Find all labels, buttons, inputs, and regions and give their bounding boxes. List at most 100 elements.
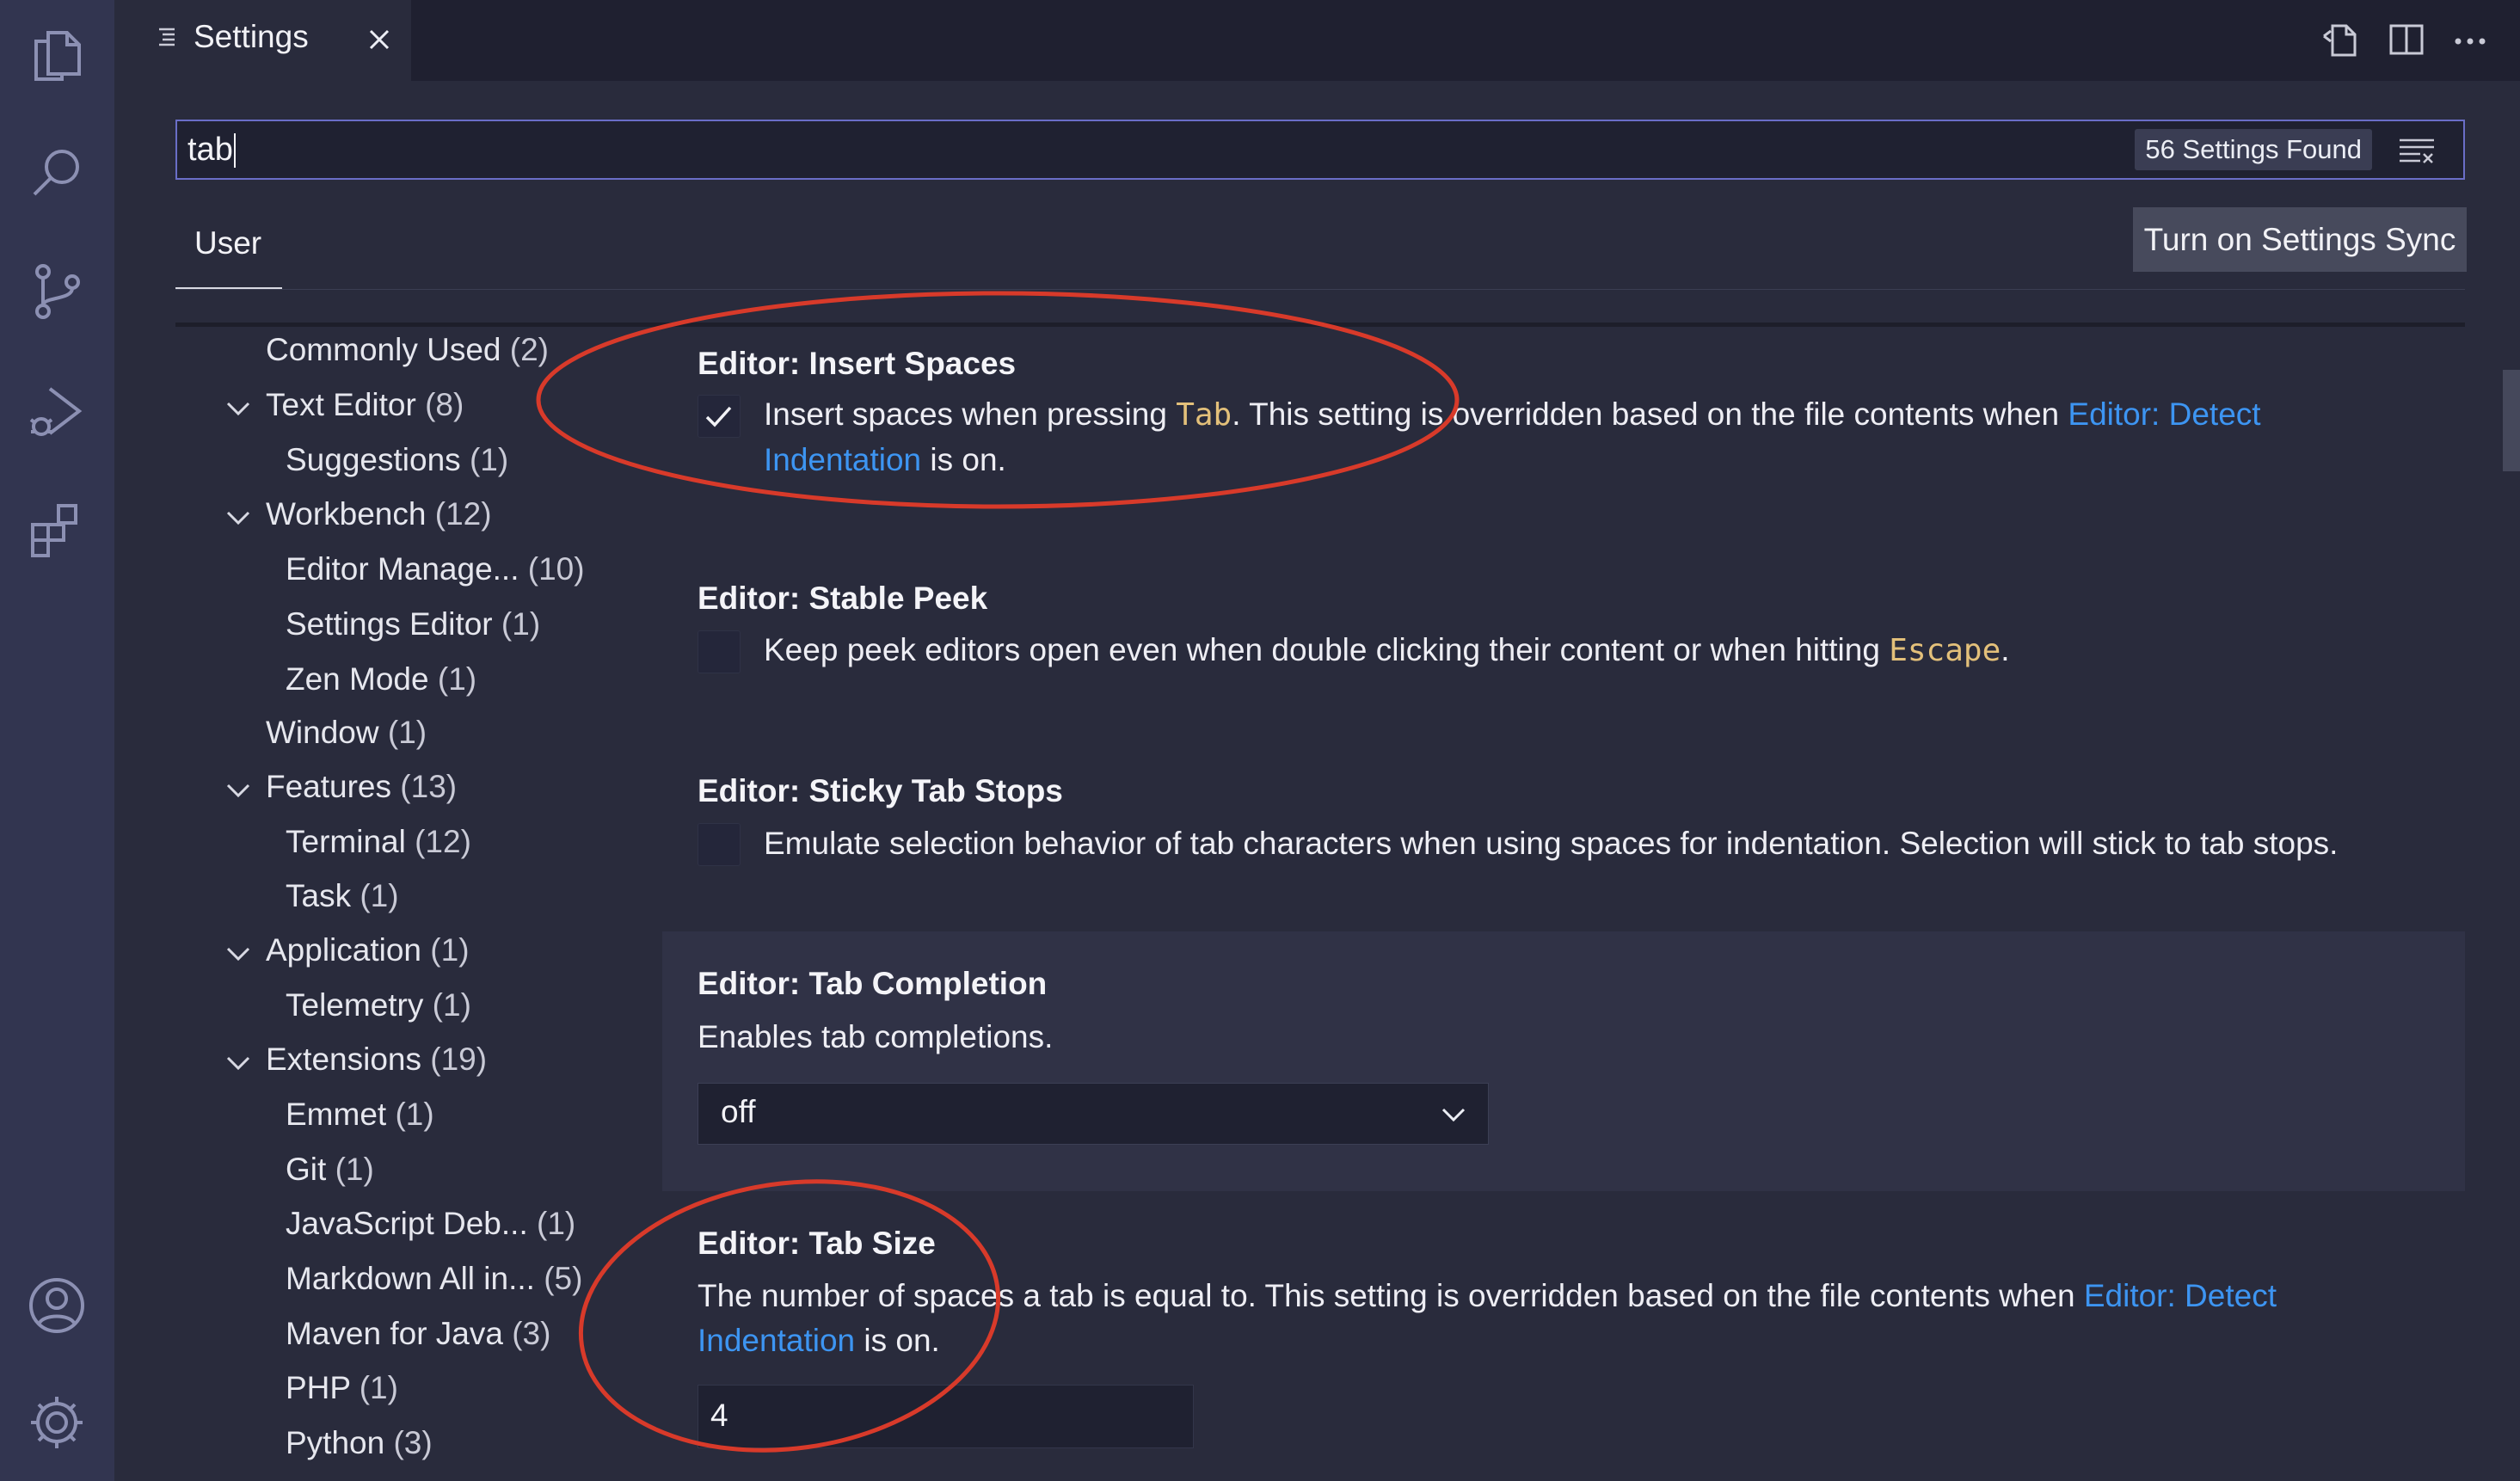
tab-settings[interactable]: Settings xyxy=(114,0,411,81)
toc-item-settings-editor[interactable]: Settings Editor (1) xyxy=(286,606,540,642)
setting-title-sticky-tab-stops: Editor: Sticky Tab Stops xyxy=(698,773,1063,808)
open-settings-json-icon[interactable] xyxy=(2320,19,2362,60)
link-text: Indentation xyxy=(698,1323,856,1358)
toc-item-php[interactable]: PHP (1) xyxy=(286,1370,398,1406)
chevron-down-icon[interactable] xyxy=(223,393,254,424)
settings-search-box: 56 Settings Found xyxy=(175,120,2465,180)
toc-item-maven-for-java[interactable]: Maven for Java (3) xyxy=(286,1316,550,1352)
link-text: Indentation xyxy=(764,442,922,477)
toc-item-label: Text Editor xyxy=(266,387,416,422)
toc-item-javascript-debugger[interactable]: JavaScript Deb... (1) xyxy=(286,1206,575,1242)
sticky-tab-stops-checkbox[interactable] xyxy=(698,823,741,866)
toc-item-label: Window xyxy=(266,715,379,750)
toc-item-label: Markdown All in... xyxy=(286,1261,535,1296)
toc-item-count: (1) xyxy=(387,715,427,750)
toc-item-git[interactable]: Git (1) xyxy=(286,1152,374,1188)
toc-item-count: (3) xyxy=(512,1316,551,1351)
toc-item-workbench[interactable]: Workbench (12) xyxy=(266,496,492,532)
toc-item-label: Zen Mode xyxy=(286,661,429,697)
setting-description-stable-peek: Keep peek editors open even when double … xyxy=(764,628,2449,673)
editor-tab-bar xyxy=(114,0,2520,81)
insert-spaces-checkbox[interactable] xyxy=(698,395,741,438)
toc-item-label: Application xyxy=(266,932,422,968)
chevron-down-icon[interactable] xyxy=(223,938,254,969)
toc-item-python[interactable]: Python (3) xyxy=(286,1425,433,1461)
toc-item-editor-management[interactable]: Editor Manage... (10) xyxy=(286,551,585,587)
tab-user-settings[interactable]: User xyxy=(194,225,261,261)
search-input[interactable] xyxy=(187,130,2080,169)
toc-item-label: Terminal xyxy=(286,824,406,859)
toc-item-suggestions[interactable]: Suggestions (1) xyxy=(286,442,508,478)
check-icon xyxy=(705,406,732,427)
toc-item-commonly-used[interactable]: Commonly Used (2) xyxy=(266,332,549,368)
description-text: Insert spaces when pressing xyxy=(764,396,1177,432)
toc-item-count: (1) xyxy=(360,878,399,913)
toc-item-zen-mode[interactable]: Zen Mode (1) xyxy=(286,661,476,697)
link-text: Editor: Detect xyxy=(2083,1278,2277,1313)
input-value: 4 xyxy=(710,1398,728,1433)
split-editor-icon[interactable] xyxy=(2386,19,2427,60)
stable-peek-checkbox[interactable] xyxy=(698,630,741,673)
description-text: . xyxy=(2001,632,2010,667)
description-text: The number of spaces a tab is equal to. … xyxy=(698,1278,2084,1313)
toc-item-application[interactable]: Application (1) xyxy=(266,932,470,968)
chevron-down-icon[interactable] xyxy=(223,502,254,533)
toc-item-count: (5) xyxy=(544,1261,583,1296)
toc-item-label: Python xyxy=(286,1425,385,1460)
close-icon[interactable] xyxy=(362,22,396,57)
setting-title-tab-size: Editor: Tab Size xyxy=(698,1226,936,1261)
tab-completion-dropdown[interactable]: off xyxy=(698,1083,1489,1145)
toc-item-count: (1) xyxy=(501,606,541,642)
explorer-icon[interactable] xyxy=(22,21,91,89)
toc-item-count: (3) xyxy=(393,1425,433,1460)
toc-item-features[interactable]: Features (13) xyxy=(266,769,457,805)
toc-item-count: (1) xyxy=(537,1206,576,1241)
tab-size-input[interactable]: 4 xyxy=(698,1385,1194,1448)
activity-bar xyxy=(0,0,114,1481)
account-icon[interactable] xyxy=(22,1271,91,1340)
toc-item-label: Maven for Java xyxy=(286,1316,503,1351)
setting-description-insert-spaces: Insert spaces when pressing Tab. This se… xyxy=(764,392,2363,482)
turn-on-settings-sync-button[interactable]: Turn on Settings Sync xyxy=(2133,207,2467,272)
toc-item-markdown-all-in-one[interactable]: Markdown All in... (5) xyxy=(286,1261,582,1297)
toc-item-terminal[interactable]: Terminal (12) xyxy=(286,824,471,860)
toc-item-extensions[interactable]: Extensions (19) xyxy=(266,1042,487,1078)
setting-description-tab-completion: Enables tab completions. xyxy=(698,1019,1054,1054)
extensions-icon[interactable] xyxy=(22,494,91,562)
toc-item-text-editor[interactable]: Text Editor (8) xyxy=(266,387,464,423)
description-text: . This setting is overridden based on th… xyxy=(1232,396,2068,432)
setting-description-sticky-tab-stops: Emulate selection behavior of tab charac… xyxy=(764,826,2339,861)
toc-item-count: (1) xyxy=(359,1370,398,1405)
toc-item-emmet[interactable]: Emmet (1) xyxy=(286,1097,434,1133)
setting-title-stable-peek: Editor: Stable Peek xyxy=(698,581,988,616)
source-control-icon[interactable] xyxy=(22,256,91,325)
divider xyxy=(175,289,2465,290)
chevron-down-icon[interactable] xyxy=(223,775,254,806)
toc-item-label: JavaScript Deb... xyxy=(286,1206,528,1241)
scrollbar-thumb[interactable] xyxy=(2503,370,2520,471)
toc-item-label: Editor Manage... xyxy=(286,551,519,587)
manage-gear-icon[interactable] xyxy=(22,1388,91,1457)
search-icon[interactable] xyxy=(22,139,91,208)
toc-item-label: Features xyxy=(266,769,392,804)
toc-item-task[interactable]: Task (1) xyxy=(286,878,399,914)
results-count-badge: 56 Settings Found xyxy=(2135,129,2372,170)
toc-item-label: Git xyxy=(286,1152,327,1187)
description-text: is on. xyxy=(855,1323,940,1358)
toc-item-count: (12) xyxy=(434,496,492,532)
clear-filter-icon[interactable] xyxy=(2398,135,2436,166)
toc-item-telemetry[interactable]: Telemetry (1) xyxy=(286,987,471,1023)
text-cursor xyxy=(234,133,236,168)
toc-item-label: Suggestions xyxy=(286,442,461,477)
toc-item-label: Commonly Used xyxy=(266,332,501,367)
more-actions-icon[interactable] xyxy=(2449,19,2491,60)
dropdown-selected-value: off xyxy=(721,1094,756,1129)
toc-item-label: Settings Editor xyxy=(286,606,493,642)
setting-description-tab-size: The number of spaces a tab is equal to. … xyxy=(698,1274,2332,1363)
run-debug-icon[interactable] xyxy=(22,377,91,446)
chevron-down-icon xyxy=(1441,1108,1466,1122)
chevron-down-icon[interactable] xyxy=(223,1048,254,1078)
toc-item-window[interactable]: Window (1) xyxy=(266,715,427,751)
link-text: Editor: Detect xyxy=(2068,396,2261,432)
setting-title-tab-completion: Editor: Tab Completion xyxy=(698,966,1048,1001)
